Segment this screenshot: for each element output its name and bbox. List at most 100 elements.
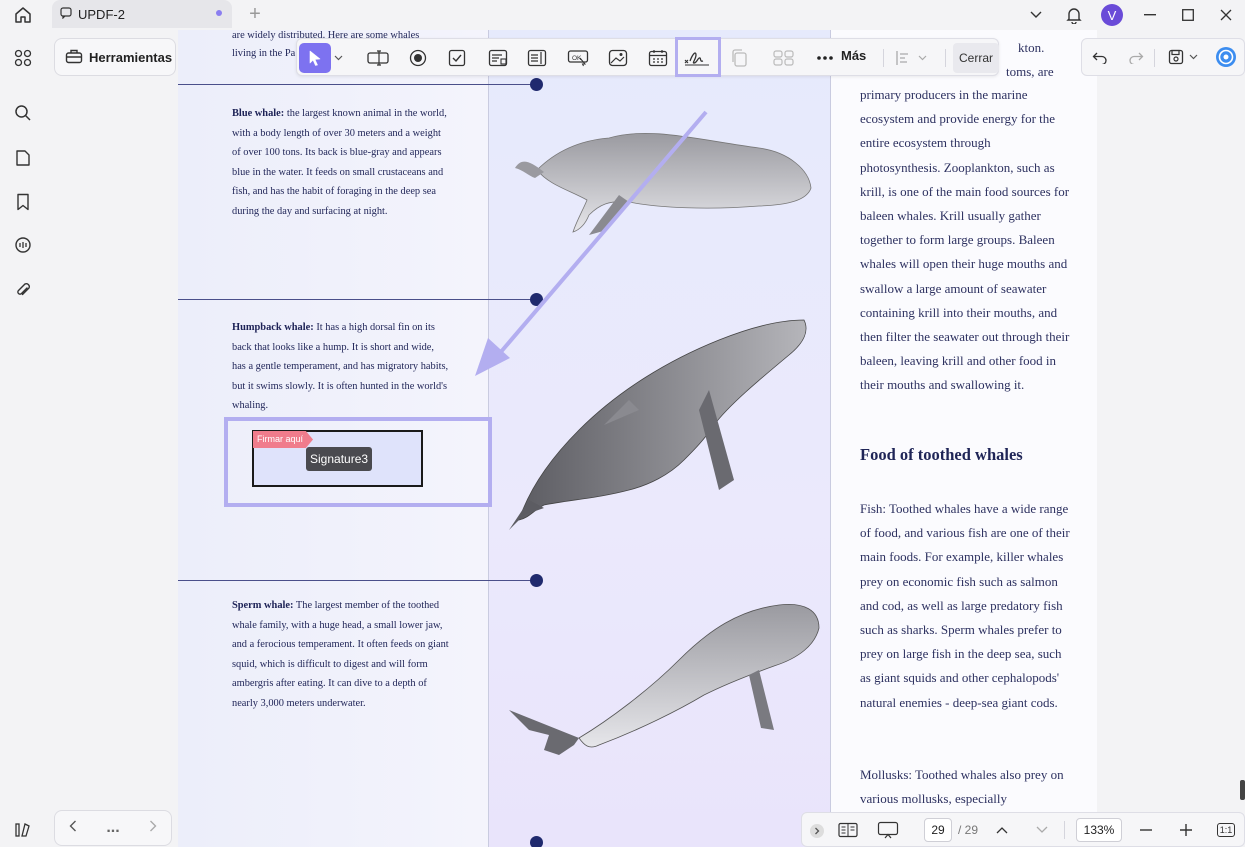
align-left-icon[interactable] xyxy=(889,44,917,72)
chevron-right-icon[interactable] xyxy=(149,819,157,837)
zoom-in-icon[interactable] xyxy=(1172,816,1200,844)
chevron-down-icon[interactable] xyxy=(1017,0,1055,30)
checkbox-tool-icon[interactable] xyxy=(443,44,471,72)
expand-icon[interactable] xyxy=(808,817,826,845)
sperm-whale-title: Sperm whale: xyxy=(232,600,294,611)
more-label: Más xyxy=(841,48,867,63)
blue-whale-paragraph: Blue whale: the largest known animal in … xyxy=(232,104,450,221)
timeline-dot xyxy=(530,78,543,91)
comments-icon[interactable] xyxy=(11,233,35,257)
dropdown-tool-icon[interactable] xyxy=(484,44,512,72)
toolbar-divider xyxy=(1154,49,1155,67)
search-icon[interactable] xyxy=(11,101,35,125)
timeline-dot xyxy=(530,293,543,306)
unsaved-dot-icon xyxy=(216,10,222,16)
right-fragment-2: toms, are xyxy=(1006,64,1054,79)
bottom-bar: 29 / 29 133% 1:1 xyxy=(801,812,1245,847)
bell-icon[interactable] xyxy=(1055,0,1093,30)
sperm-whale-text: The largest member of the toothed whale … xyxy=(232,600,449,709)
tab-title: UPDF-2 xyxy=(78,6,125,22)
close-icon[interactable] xyxy=(1207,0,1245,30)
chevron-left-icon[interactable] xyxy=(69,819,77,837)
chevron-down-icon[interactable] xyxy=(331,44,345,72)
pages-icon[interactable] xyxy=(11,146,35,170)
layers-icon[interactable] xyxy=(11,818,35,842)
sperm-whale-image xyxy=(509,603,820,755)
humpback-text: It has a high dorsal fin on its back tha… xyxy=(232,322,449,411)
page-nav-bar: ... xyxy=(54,810,172,846)
timeline-line xyxy=(178,580,536,581)
radio-button-tool-icon[interactable] xyxy=(404,44,432,72)
window-controls: V xyxy=(1017,0,1245,30)
humpback-whale-image xyxy=(509,319,807,530)
close-toolbar-button[interactable]: Cerrar xyxy=(953,43,999,73)
chevron-down-icon[interactable] xyxy=(915,44,929,72)
grid-icon[interactable] xyxy=(11,46,35,70)
humpback-paragraph: Humpback whale: It has a high dorsal fin… xyxy=(232,318,450,416)
toolbar-divider xyxy=(945,49,946,67)
new-tab-icon[interactable]: + xyxy=(244,2,266,26)
toothed-whales-heading: Food of toothed whales xyxy=(860,445,1023,464)
text-field-tool-icon[interactable] xyxy=(364,44,392,72)
title-bar: UPDF-2 + V xyxy=(0,0,1245,30)
more-dots-icon xyxy=(817,48,833,63)
presentation-icon[interactable] xyxy=(874,816,902,844)
page-layout-icon[interactable] xyxy=(834,816,862,844)
undo-icon[interactable] xyxy=(1086,43,1114,71)
actual-size-label: 1:1 xyxy=(1216,823,1236,837)
bookmark-icon[interactable] xyxy=(11,190,35,214)
actual-size-button[interactable]: 1:1 xyxy=(1212,816,1240,844)
sperm-whale-paragraph: Sperm whale: The largest member of the t… xyxy=(232,596,450,713)
minimize-icon[interactable] xyxy=(1131,0,1169,30)
timeline-line xyxy=(178,84,536,85)
left-sidebar xyxy=(0,30,46,847)
document-tab[interactable]: UPDF-2 xyxy=(52,0,232,28)
select-tool-button[interactable] xyxy=(299,43,331,73)
more-pages-button[interactable]: ... xyxy=(106,819,119,837)
list-box-tool-icon[interactable] xyxy=(523,44,551,72)
blue-whale-title: Blue whale: xyxy=(232,108,285,119)
toolbar-divider xyxy=(1064,821,1065,839)
chevron-up-icon[interactable] xyxy=(988,816,1016,844)
toolbar-divider xyxy=(883,49,884,67)
date-field-tool-icon[interactable] xyxy=(644,44,672,72)
tools-panel: Herramientas ... xyxy=(50,30,178,847)
chevron-down-icon[interactable] xyxy=(1028,816,1056,844)
zoom-out-icon[interactable] xyxy=(1132,816,1160,844)
timeline-line xyxy=(178,299,536,300)
redo-icon[interactable] xyxy=(1122,43,1150,71)
zoom-level[interactable]: 133% xyxy=(1076,818,1122,842)
copy-icon[interactable] xyxy=(725,44,753,72)
user-avatar[interactable]: V xyxy=(1093,0,1131,30)
attachment-icon[interactable] xyxy=(11,278,35,302)
sign-here-tag[interactable]: Firmar aquí xyxy=(253,431,314,448)
right-paragraph-3: Mollusks: Toothed whales also prey on va… xyxy=(860,767,1064,807)
signature-tool-icon[interactable] xyxy=(683,44,711,72)
tools-button[interactable]: Herramientas xyxy=(54,38,176,76)
humpback-title: Humpback whale: xyxy=(232,322,314,333)
image-field-tool-icon[interactable] xyxy=(604,44,632,72)
right-paragraph-1: primary producers in the marine ecosyste… xyxy=(860,87,1070,393)
maximize-icon[interactable] xyxy=(1169,0,1207,30)
whale-illustrations xyxy=(509,132,820,755)
page-image-column xyxy=(488,30,831,847)
right-fragment-1: kton. xyxy=(1018,40,1045,55)
tools-label: Herramientas xyxy=(89,49,173,65)
form-toolbar: OK Más Cerrar xyxy=(296,37,999,77)
current-page-input[interactable]: 29 xyxy=(924,818,952,842)
total-pages: / 29 xyxy=(958,823,979,837)
chevron-down-icon[interactable] xyxy=(1186,43,1200,71)
document-page[interactable]: are widely distributed. Here are some wh… xyxy=(178,30,1097,847)
comment-icon xyxy=(60,6,72,22)
history-toolbar xyxy=(1081,38,1245,76)
button-tool-icon[interactable]: OK xyxy=(564,44,592,72)
align-grid-icon[interactable] xyxy=(770,44,798,72)
more-button[interactable]: Más xyxy=(817,48,866,63)
signature-field-tooltip: Signature3 xyxy=(306,447,373,471)
timeline-dot xyxy=(530,836,543,847)
right-paragraph-2: Fish: Toothed whales have a wide range o… xyxy=(860,501,1070,710)
vertical-scrollbar[interactable] xyxy=(1240,780,1245,800)
avatar: V xyxy=(1101,4,1123,26)
ai-assistant-icon[interactable] xyxy=(1212,43,1240,71)
home-icon[interactable] xyxy=(8,2,38,28)
